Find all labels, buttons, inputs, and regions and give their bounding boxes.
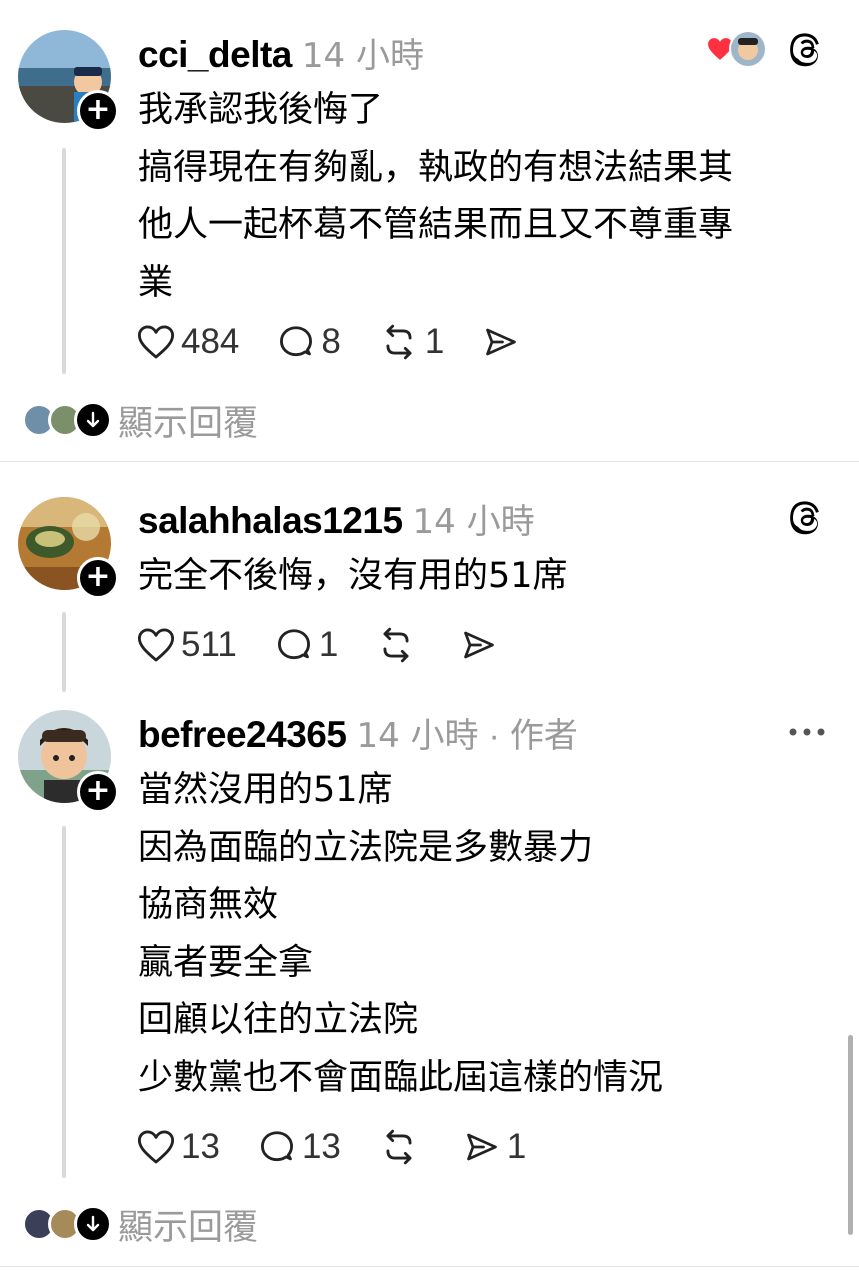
thread-line: [62, 826, 66, 1178]
author-tag: 作者: [509, 716, 578, 756]
like-button[interactable]: 511: [137, 625, 237, 665]
post-line: 贏者要全拿: [138, 942, 314, 983]
divider: [0, 1266, 859, 1267]
username[interactable]: salahhalas1215: [138, 500, 403, 542]
post-body: 我承認我後悔了 搞得現在有夠亂，執政的有想法結果其 他人一起杯葛不管結果而且又不…: [138, 82, 828, 312]
post-line: 我承認我後悔了: [138, 90, 384, 130]
divider: [0, 461, 859, 462]
follow-button[interactable]: +: [77, 90, 119, 132]
paper-plane-icon: [464, 631, 495, 659]
timestamp: 14 小時: [412, 502, 535, 542]
like-count: 13: [181, 1127, 220, 1166]
comment-count: 13: [301, 1127, 341, 1166]
speech-bubble-icon: [260, 1131, 293, 1162]
post-line: 搞得現在有夠亂，執政的有想法結果其: [138, 147, 734, 188]
arrow-down-icon: [74, 1205, 112, 1243]
threads-logo-icon[interactable]: [787, 498, 825, 536]
post-header: cci_delta 14 小時: [138, 28, 424, 78]
follow-button[interactable]: +: [77, 557, 119, 599]
like-count: 511: [181, 625, 237, 664]
post-line: 少數黨也不會面臨此屆這樣的情況: [138, 1057, 664, 1098]
action-bar: 511 1: [137, 623, 542, 667]
post-body: 當然沒用的51席 因為面臨的立法院是多數暴力 協商無效 贏者要全拿 回顧以往的立…: [138, 762, 828, 1107]
action-bar: 484 8 1: [137, 320, 564, 364]
comment-count: 1: [318, 625, 339, 664]
post-line: 業: [138, 262, 174, 303]
scrollbar[interactable]: [848, 1035, 853, 1235]
username[interactable]: befree24365: [138, 714, 347, 756]
liked-by-author-indicator: [707, 30, 767, 68]
like-button[interactable]: 484: [137, 322, 239, 362]
like-button[interactable]: 13: [137, 1127, 220, 1167]
author-avatar-small: [729, 30, 767, 68]
username[interactable]: cci_delta: [138, 34, 292, 76]
share-count: 1: [506, 1127, 527, 1166]
share-button[interactable]: 1: [463, 1127, 526, 1167]
repost-button[interactable]: 1: [379, 322, 444, 362]
ellipsis-icon[interactable]: [787, 726, 827, 738]
repost-arrows-icon: [386, 324, 412, 360]
show-replies-row[interactable]: [22, 1202, 112, 1246]
share-button[interactable]: [460, 627, 504, 663]
comment-count: 8: [321, 322, 341, 361]
post-line: 因為面臨的立法院是多數暴力: [138, 827, 594, 868]
post-header: salahhalas1215 14 小時: [138, 494, 535, 544]
show-replies-link[interactable]: 顯示回覆: [118, 1199, 258, 1250]
show-replies-row[interactable]: [22, 398, 112, 442]
plus-icon: +: [85, 92, 111, 127]
post-line: 協商無效: [138, 885, 279, 925]
like-count: 484: [181, 322, 240, 361]
comment-button[interactable]: 8: [277, 322, 341, 362]
show-replies-link[interactable]: 顯示回覆: [118, 395, 258, 446]
repost-count: 1: [424, 322, 445, 361]
post-header: befree24365 14 小時 · 作者: [138, 708, 578, 758]
thread-line: [62, 148, 66, 374]
threads-logo-icon[interactable]: [787, 30, 825, 68]
action-bar: 13 13 1: [137, 1125, 564, 1169]
comment-button[interactable]: 13: [258, 1127, 341, 1167]
post-line: 完全不後悔，沒有用的51席: [138, 556, 568, 596]
timestamp: 14 小時: [301, 36, 424, 76]
heart-outline-icon: [137, 325, 175, 359]
paper-plane-icon: [486, 328, 517, 356]
heart-outline-icon: [137, 1130, 175, 1164]
plus-icon: +: [85, 773, 111, 808]
repost-arrows-icon: [383, 627, 409, 663]
timestamp: 14 小時: [356, 716, 479, 756]
speech-bubble-icon: [277, 629, 310, 660]
thread-line: [62, 612, 66, 692]
post-body: 完全不後悔，沒有用的51席: [138, 548, 828, 606]
separator: ·: [488, 717, 500, 755]
post-line: 當然沒用的51席: [138, 770, 393, 810]
arrow-down-icon: [74, 401, 112, 439]
repost-button[interactable]: [376, 626, 422, 664]
post-line: 他人一起杯葛不管結果而且又不尊重專: [138, 205, 734, 245]
follow-button[interactable]: +: [77, 771, 119, 813]
speech-bubble-icon: [280, 326, 313, 357]
repost-button[interactable]: [379, 1128, 425, 1166]
share-button[interactable]: [482, 324, 526, 360]
post-line: 回顧以往的立法院: [138, 1000, 419, 1040]
plus-icon: +: [85, 559, 111, 594]
heart-outline-icon: [137, 628, 175, 662]
comment-button[interactable]: 1: [275, 625, 338, 665]
paper-plane-icon: [467, 1133, 497, 1161]
repost-arrows-icon: [386, 1129, 412, 1165]
